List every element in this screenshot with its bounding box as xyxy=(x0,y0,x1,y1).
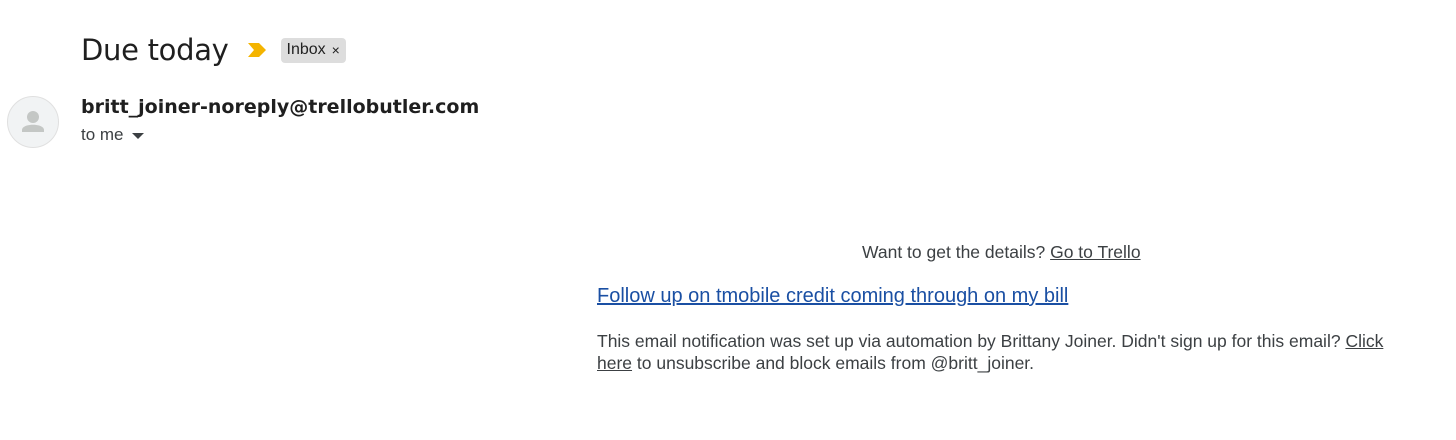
sender-avatar xyxy=(7,96,59,148)
footer-prefix: This email notification was set up via a… xyxy=(597,331,1341,351)
default-person-icon xyxy=(22,111,44,132)
recipient-row: to me xyxy=(81,125,144,145)
email-view: Due today Inbox × britt_joiner-noreply@t… xyxy=(0,0,1456,440)
sender-address[interactable]: britt_joiner-noreply@trellobutler.com xyxy=(81,96,479,118)
card-title-link[interactable]: Follow up on tmobile credit coming throu… xyxy=(597,285,1068,308)
label-chip-text: Inbox xyxy=(286,40,326,58)
details-prefix: Want to get the details? xyxy=(862,242,1046,262)
recipient-text: to me xyxy=(81,125,124,144)
inbox-label-chip[interactable]: Inbox × xyxy=(280,37,346,63)
go-to-trello-link[interactable]: Go to Trello xyxy=(1050,242,1140,262)
email-subject: Due today xyxy=(81,33,229,67)
show-details-caret-icon[interactable] xyxy=(131,133,144,139)
footer-suffix: to unsubscribe and block emails from @br… xyxy=(636,353,1035,373)
details-line: Want to get the details? Go to Trello xyxy=(862,242,1141,263)
remove-label-icon[interactable]: × xyxy=(332,43,340,57)
subject-row: Due today Inbox × xyxy=(81,30,346,70)
importance-marker-icon[interactable] xyxy=(247,42,267,58)
unsubscribe-notice: This email notification was set up via a… xyxy=(597,330,1387,374)
